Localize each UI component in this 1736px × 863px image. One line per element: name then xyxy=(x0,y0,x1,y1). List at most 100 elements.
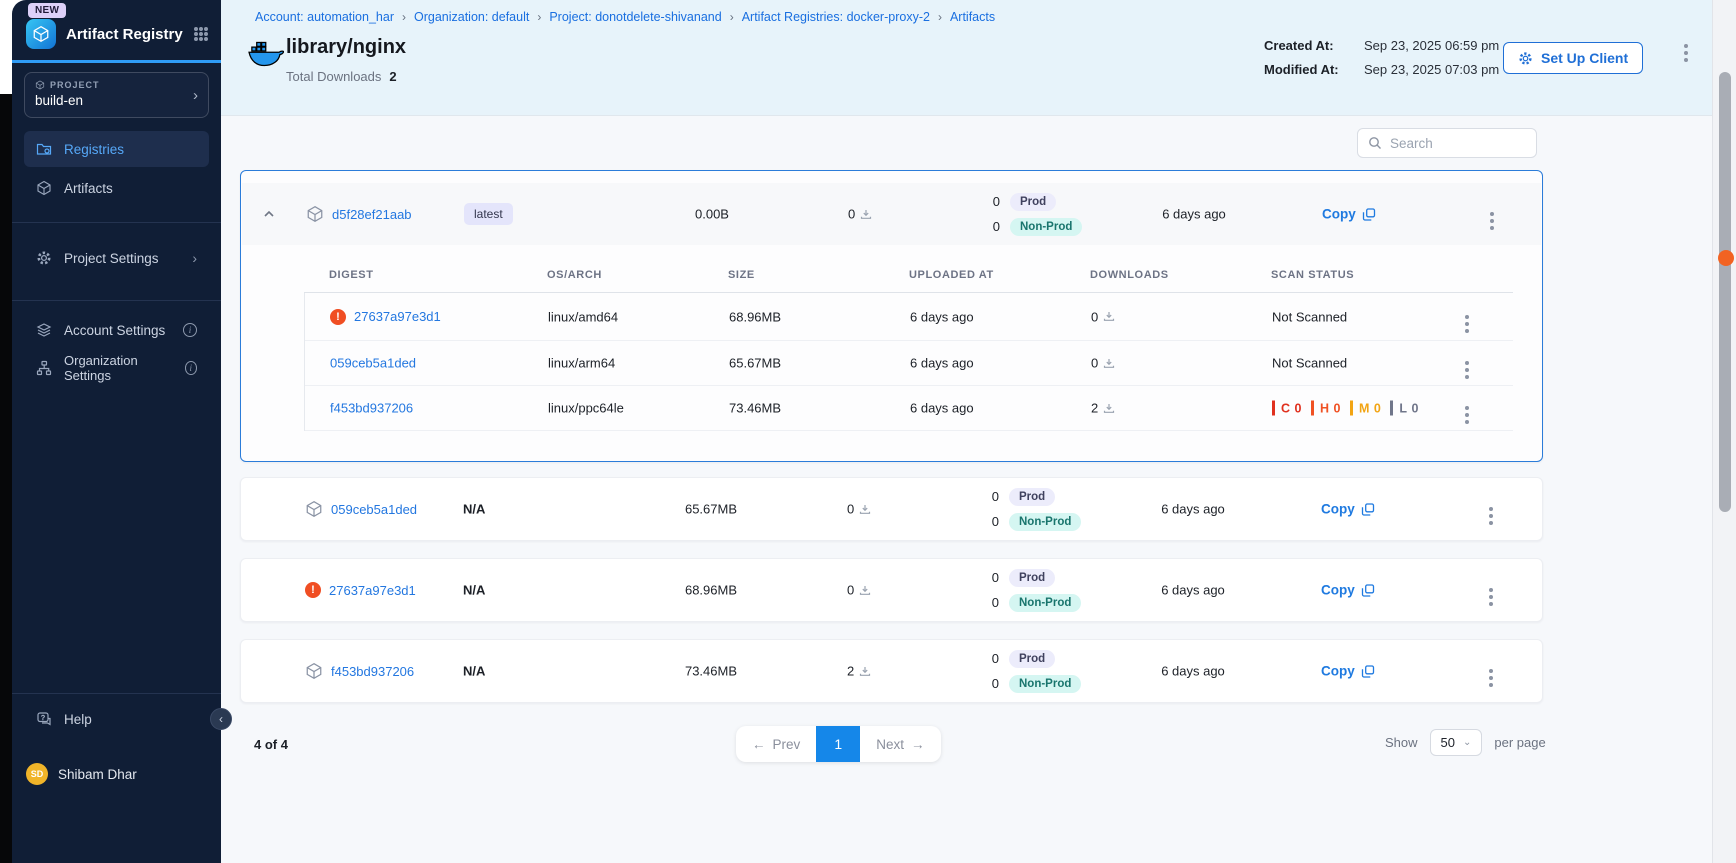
package-icon xyxy=(305,500,323,518)
artifact-card: 059ceb5a1ded N/A 65.67MB 0 0Prod 0Non-Pr… xyxy=(240,477,1543,541)
scan-high-count: H0 xyxy=(1311,401,1341,416)
modified-at-label: Modified At: xyxy=(1264,58,1364,82)
copy-button[interactable]: Copy xyxy=(1321,583,1375,598)
scan-low-count: L0 xyxy=(1390,401,1419,416)
help-chat-icon xyxy=(36,711,52,727)
size-cell: 65.67MB xyxy=(729,356,781,371)
size-cell: 73.46MB xyxy=(661,664,761,679)
sidebar-collapse-button[interactable]: ‹ xyxy=(210,708,232,730)
sidebar-item-project-settings[interactable]: Project Settings › xyxy=(24,240,209,276)
scan-critical-count: C0 xyxy=(1272,401,1302,416)
app-logo-icon xyxy=(26,19,56,49)
digest-link[interactable]: 27637a97e3d1 xyxy=(329,583,416,598)
copy-button[interactable]: Copy xyxy=(1321,502,1375,517)
copy-button[interactable]: Copy xyxy=(1321,664,1375,679)
sidebar-divider xyxy=(12,222,221,223)
sidebar-item-organization-settings[interactable]: Organization Settings i xyxy=(24,350,209,386)
breadcrumb-account[interactable]: Account: automation_har xyxy=(255,10,394,24)
uploaded-at-cell: 6 days ago xyxy=(910,356,974,371)
sidebar-item-label: Organization Settings xyxy=(64,353,173,383)
breadcrumb-registry[interactable]: Artifact Registries: docker-proxy-2 xyxy=(742,10,930,24)
modified-at-value: Sep 23, 2025 07:03 pm xyxy=(1364,62,1499,77)
digest-cell: ! 27637a97e3d1 xyxy=(330,309,441,325)
os-arch-cell: linux/ppc64le xyxy=(548,401,624,416)
copy-icon xyxy=(1361,583,1375,597)
chevron-separator: › xyxy=(537,10,541,24)
sidebar-item-help[interactable]: Help xyxy=(24,701,209,737)
app-screen: NEW Artifact Registry PROJECT build-en ›… xyxy=(0,0,1736,863)
environment-counts: 0Prod 0Non-Prod xyxy=(981,646,1101,696)
digest-cell: f453bd937206 xyxy=(305,662,414,680)
downloads-count: 0 xyxy=(848,207,855,222)
scrollbar-track[interactable] xyxy=(1712,0,1736,863)
digest-link[interactable]: 059ceb5a1ded xyxy=(330,356,416,371)
size-cell: 68.96MB xyxy=(729,309,781,324)
sidebar-item-artifacts[interactable]: Artifacts xyxy=(24,170,209,206)
chevron-down-icon: ⌄ xyxy=(1463,737,1471,748)
row-kebab-menu[interactable] xyxy=(1465,361,1469,365)
floating-feedback-dot[interactable] xyxy=(1718,250,1734,266)
artifact-card-expanded: d5f28ef21aab latest 0.00B 0 0Prod 0Non-P… xyxy=(240,170,1543,462)
sidebar-item-label: Project Settings xyxy=(64,251,159,266)
chevron-right-icon: › xyxy=(192,250,197,266)
sidebar-item-account-settings[interactable]: Account Settings i xyxy=(24,312,209,348)
arrow-right-icon: → xyxy=(911,737,925,752)
digest-link[interactable]: 059ceb5a1ded xyxy=(331,502,417,517)
sidebar-item-label: Artifacts xyxy=(64,181,113,196)
breadcrumb-project[interactable]: Project: donotdelete-shivanand xyxy=(549,10,721,24)
digest-row: 059ceb5a1ded linux/arm64 65.67MB 6 days … xyxy=(305,341,1513,386)
os-arch-cell: linux/amd64 xyxy=(548,309,618,324)
row-kebab-menu[interactable] xyxy=(1465,315,1469,319)
set-up-client-button[interactable]: Set Up Client xyxy=(1503,42,1643,74)
row-kebab-menu[interactable] xyxy=(1465,406,1469,410)
prod-badge: Prod xyxy=(1009,569,1055,587)
download-icon xyxy=(1103,311,1115,323)
next-page-button[interactable]: Next→ xyxy=(860,726,940,762)
environment-counts: 0Prod 0Non-Prod xyxy=(981,565,1101,615)
user-menu[interactable]: SD Shibam Dhar xyxy=(24,763,209,785)
prev-page-button[interactable]: ←Prev xyxy=(736,726,816,762)
digest-link[interactable]: f453bd937206 xyxy=(330,401,413,416)
artifact-row: d5f28ef21aab latest 0.00B 0 0Prod 0Non-P… xyxy=(242,183,1541,245)
scrollbar-thumb[interactable] xyxy=(1719,72,1731,512)
downloads-cell: 0 xyxy=(1091,356,1115,371)
sidebar-item-registries[interactable]: Registries xyxy=(24,131,209,167)
page-size-select[interactable]: 50 ⌄ xyxy=(1430,729,1483,756)
page-size-control: Show 50 ⌄ per page xyxy=(1385,729,1546,756)
layers-icon xyxy=(36,322,52,338)
current-page-button[interactable]: 1 xyxy=(816,726,860,762)
digest-link[interactable]: 27637a97e3d1 xyxy=(354,309,441,324)
digest-link[interactable]: d5f28ef21aab xyxy=(332,207,412,222)
downloads-cell: 0 xyxy=(847,502,871,517)
apps-grid-icon[interactable] xyxy=(193,26,209,42)
header-kebab-menu[interactable] xyxy=(1684,44,1688,48)
page-size-value: 50 xyxy=(1441,735,1455,750)
breadcrumb-organization[interactable]: Organization: default xyxy=(414,10,529,24)
chevron-separator: › xyxy=(402,10,406,24)
scan-medium-count: M0 xyxy=(1350,401,1381,416)
project-label: PROJECT xyxy=(50,80,100,90)
main-area: Account: automation_har › Organization: … xyxy=(221,0,1712,863)
created-at-label: Created At: xyxy=(1264,34,1364,58)
project-selector[interactable]: PROJECT build-en › xyxy=(24,72,209,118)
uploaded-at-cell: 6 days ago xyxy=(1141,502,1245,517)
sidebar-divider xyxy=(12,693,221,694)
app-title: Artifact Registry xyxy=(66,26,183,43)
row-kebab-menu[interactable] xyxy=(1489,588,1493,592)
pagination: ←Prev 1 Next→ xyxy=(736,726,941,762)
column-header: DOWNLOADS xyxy=(1090,269,1169,281)
size-cell: 68.96MB xyxy=(661,583,761,598)
copy-icon xyxy=(1362,207,1376,221)
row-kebab-menu[interactable] xyxy=(1489,507,1493,511)
digest-link[interactable]: f453bd937206 xyxy=(331,664,414,679)
search-input[interactable] xyxy=(1390,136,1520,151)
breadcrumb-artifacts[interactable]: Artifacts xyxy=(950,10,995,24)
row-kebab-menu[interactable] xyxy=(1489,669,1493,673)
copy-button[interactable]: Copy xyxy=(1322,207,1376,222)
collapse-chevron-icon[interactable] xyxy=(262,207,276,221)
uploaded-at-cell: 6 days ago xyxy=(1141,583,1245,598)
download-icon xyxy=(859,665,871,677)
row-kebab-menu[interactable] xyxy=(1490,212,1494,216)
package-icon xyxy=(306,205,324,223)
sidebar: NEW Artifact Registry PROJECT build-en ›… xyxy=(12,0,221,863)
